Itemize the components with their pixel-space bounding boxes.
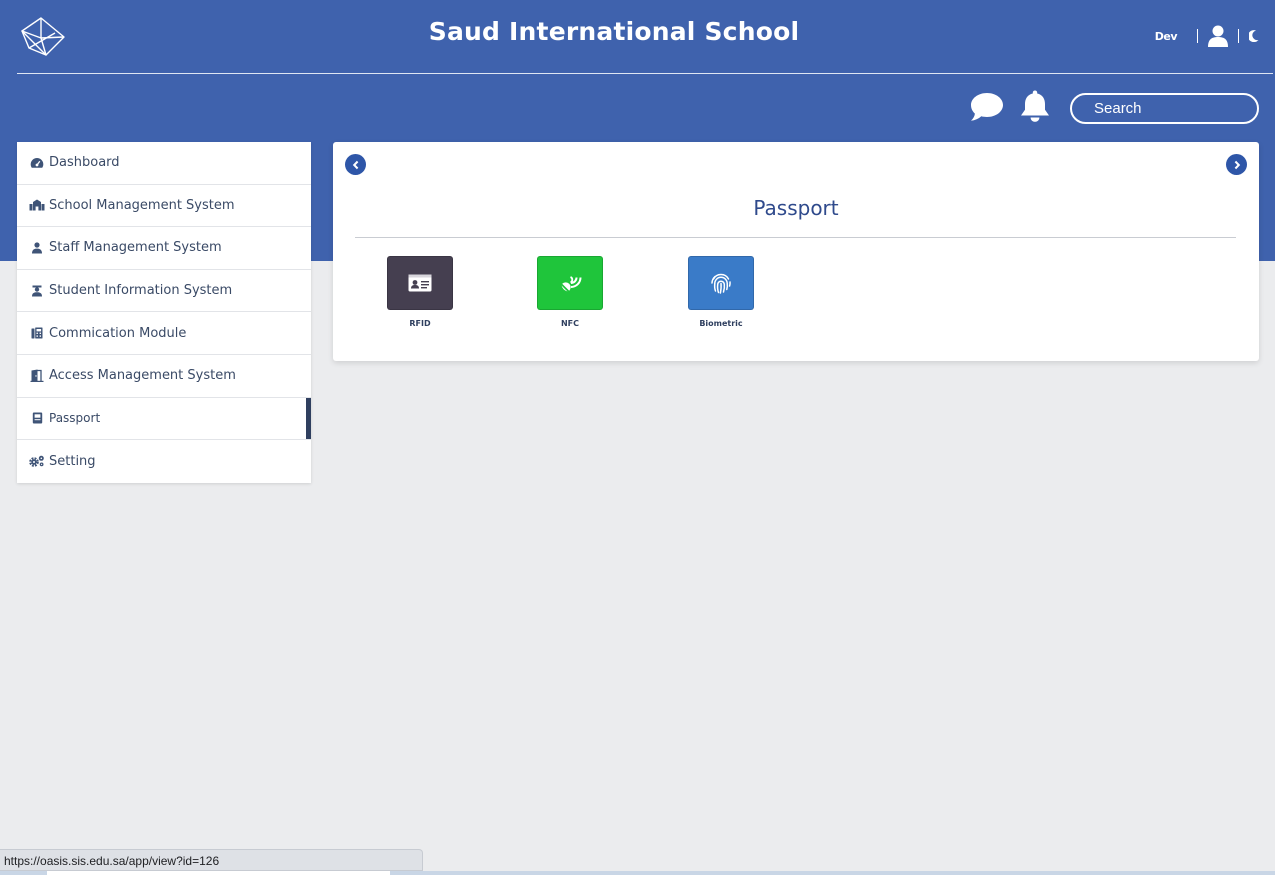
biometric-tile-box[interactable]: [688, 256, 754, 310]
id-card-icon: [408, 274, 432, 292]
rfid-tile-box[interactable]: [387, 256, 453, 310]
fingerprint-icon: [711, 273, 731, 294]
sidebar-item-passport[interactable]: Passport: [17, 397, 311, 441]
nfc-label: NFC: [560, 319, 580, 328]
user-name[interactable]: Dev: [1155, 30, 1178, 43]
app-title: Saud International School: [428, 17, 800, 46]
panel-title: Passport: [753, 196, 839, 220]
bell-icon[interactable]: [1019, 89, 1051, 123]
sidebar-item-label: Staff Management System: [49, 240, 222, 256]
staff-icon: [29, 241, 45, 255]
search-input[interactable]: [1070, 93, 1259, 124]
sidebar-item-label: Student Information System: [49, 283, 233, 299]
nfc-tile-box[interactable]: [537, 256, 603, 310]
divider: [1238, 29, 1239, 43]
rfid-tile[interactable]: RFID: [387, 256, 453, 328]
header-divider: [17, 73, 1273, 74]
door-icon: [29, 369, 45, 383]
sidebar-item-label: Passport: [49, 411, 101, 426]
dashboard-icon: [29, 156, 45, 170]
divider: [1197, 29, 1198, 43]
sidebar-item-communication-module[interactable]: Commication Module: [17, 312, 311, 355]
sidebar-item-school-management[interactable]: School Management System: [17, 185, 311, 228]
moon-icon[interactable]: [1249, 30, 1259, 42]
nfc-tile[interactable]: NFC: [537, 256, 603, 328]
previous-button[interactable]: [345, 154, 366, 175]
sidebar-item-student-information[interactable]: Student Information System: [17, 270, 311, 313]
sidebar-item-label: School Management System: [49, 197, 235, 213]
next-button[interactable]: [1226, 154, 1247, 175]
passport-panel: Passport RFID NFC Biometric: [333, 142, 1259, 361]
bottom-strip-segment: [47, 871, 390, 875]
sidebar-item-label: Setting: [49, 453, 96, 469]
user-icon[interactable]: [1208, 25, 1228, 47]
sidebar-item-access-management[interactable]: Access Management System: [17, 355, 311, 398]
school-icon: [29, 198, 45, 212]
communication-icon: [29, 326, 45, 340]
gears-icon: [29, 454, 45, 468]
top-right-controls: Dev: [1155, 23, 1259, 49]
nfc-signal-icon: [561, 276, 582, 292]
student-icon: [29, 284, 45, 298]
panel-divider: [355, 237, 1236, 238]
sidebar-item-dashboard[interactable]: Dashboard: [17, 142, 311, 185]
sidebar-item-setting[interactable]: Setting: [17, 440, 311, 483]
bottom-strip: [0, 871, 1275, 875]
sidebar-item-label: Dashboard: [49, 155, 120, 171]
passport-icon: [29, 411, 45, 425]
rfid-label: RFID: [409, 319, 431, 328]
chat-bubble-icon[interactable]: [969, 91, 1005, 123]
biometric-tile[interactable]: Biometric: [688, 256, 754, 328]
sidebar-item-label: Commication Module: [49, 325, 187, 341]
chevron-right-icon: [1234, 160, 1240, 169]
chevron-left-icon: [352, 160, 358, 169]
sidebar-menu: Dashboard School Management System Staff…: [17, 142, 311, 483]
biometric-label: Biometric: [699, 319, 743, 328]
sidebar-item-staff-management[interactable]: Staff Management System: [17, 227, 311, 270]
sidebar-item-label: Access Management System: [49, 368, 236, 384]
link-status-bar: https://oasis.sis.edu.sa/app/view?id=126: [0, 849, 423, 871]
